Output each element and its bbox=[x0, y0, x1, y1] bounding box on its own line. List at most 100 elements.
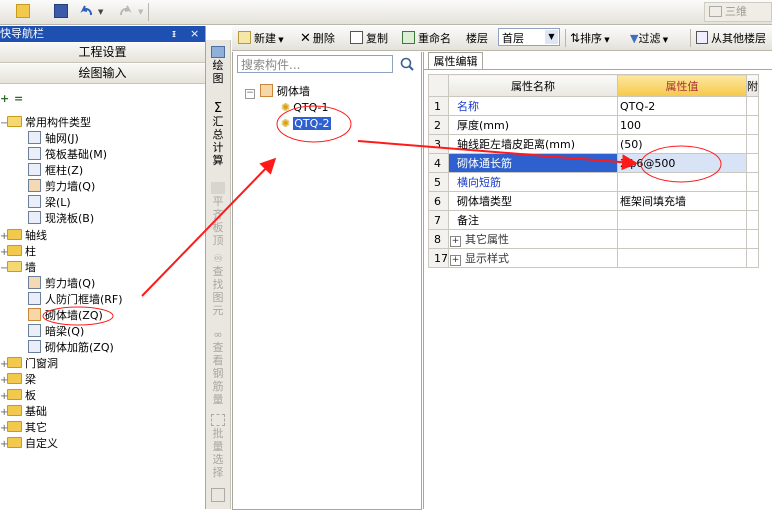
tree-node-common[interactable]: − 常用构件类型 bbox=[0, 115, 91, 131]
expand-icon[interactable]: + bbox=[450, 236, 461, 247]
property-value[interactable]: 100 bbox=[617, 115, 747, 135]
find-element-button[interactable]: ♾ 查找图元 bbox=[206, 252, 230, 317]
tree-item-wall-shear[interactable]: 剪力墙(Q) bbox=[28, 276, 95, 292]
batch-select-label: 批量选择 bbox=[212, 427, 224, 479]
tree-node-custom[interactable]: + 自定义 bbox=[0, 436, 58, 452]
row-index: 5 bbox=[428, 172, 449, 192]
view-rebar-button[interactable]: ∞ 查看钢筋量 bbox=[206, 328, 230, 406]
tree-item-raft[interactable]: 筏板基础(M) bbox=[28, 147, 107, 163]
component-root[interactable]: − 砌体墙 bbox=[245, 84, 310, 100]
tree-item-hidden-beam[interactable]: 暗梁(Q) bbox=[28, 324, 84, 340]
tree-node-slab[interactable]: + 板 bbox=[0, 388, 36, 404]
table-row[interactable]: 7 备注 bbox=[428, 210, 759, 230]
table-row[interactable]: 2 厚度(mm) 100 bbox=[428, 115, 759, 135]
tree-item-axis-grid[interactable]: 轴网(J) bbox=[28, 131, 79, 147]
component-toolbar: 新建 ▼ ✕ 删除 复制 重命名 楼层 首层 ▼ ⇅排序 ▼ ▼过滤 ▼ 从其他楼… bbox=[232, 26, 772, 51]
chevron-down-icon: ▼ bbox=[545, 30, 558, 44]
property-name: 其它属性 bbox=[465, 233, 509, 246]
tree-node-foundation[interactable]: + 基础 bbox=[0, 404, 47, 420]
batch-select-button[interactable]: 批量选择 bbox=[206, 412, 230, 479]
component-item-qtq1[interactable]: ✺ QTQ-1 bbox=[281, 100, 329, 116]
sort-button[interactable]: ⇅排序 ▼ bbox=[570, 30, 610, 46]
component-root-label: 砌体墙 bbox=[277, 85, 310, 98]
copy-from-other-floor-button[interactable]: 从其他楼层 bbox=[696, 30, 766, 46]
rename-label: 重命名 bbox=[418, 32, 451, 45]
tree-item-masonry-wall[interactable]: 砌体墙(ZQ) bbox=[28, 308, 103, 324]
summary-calc-button[interactable]: Σ 汇总计算 bbox=[206, 102, 230, 167]
flat-slab-top-button[interactable]: 平齐板顶 bbox=[206, 180, 230, 247]
tree-item-slab[interactable]: 现浇板(B) bbox=[28, 211, 94, 227]
engineering-settings-button[interactable]: 工程设置 bbox=[0, 43, 205, 63]
view-3d-button[interactable]: 三维 bbox=[704, 2, 772, 22]
tree-item-civil-defense-door-wall[interactable]: 人防门框墙(RF) bbox=[28, 292, 123, 308]
pin-icon[interactable]: ᵻ bbox=[172, 26, 176, 42]
property-extra-cell bbox=[746, 248, 759, 268]
tree-node-wall[interactable]: − 墙 bbox=[0, 260, 36, 276]
more-tools-icon[interactable] bbox=[211, 488, 225, 502]
tree-node-beam[interactable]: + 梁 bbox=[0, 372, 36, 388]
tree-label: 筏板基础(M) bbox=[45, 148, 108, 161]
table-row[interactable]: 5 横向短筋 bbox=[428, 172, 759, 192]
tree-node-openings[interactable]: + 门窗洞 bbox=[0, 356, 58, 372]
tree-label: 门窗洞 bbox=[25, 357, 58, 370]
property-value[interactable]: (50) bbox=[617, 134, 747, 154]
expand-icon[interactable]: + bbox=[450, 255, 461, 266]
property-name: 名称 bbox=[448, 96, 618, 116]
copy-button[interactable]: 复制 bbox=[350, 30, 388, 46]
save-icon[interactable] bbox=[54, 4, 68, 18]
summary-calc-label: 汇总计算 bbox=[212, 115, 224, 167]
floors-icon bbox=[696, 31, 708, 44]
collapse-all-icon[interactable]: = bbox=[14, 92, 23, 105]
masonry-wall-icon bbox=[28, 308, 41, 321]
tree-item-shear-wall[interactable]: 剪力墙(Q) bbox=[28, 179, 95, 195]
property-value[interactable]: 框架间填充墙 bbox=[617, 191, 747, 211]
tree-item-frame-column[interactable]: 框柱(Z) bbox=[28, 163, 83, 179]
property-value[interactable]: 2ф6@500 bbox=[617, 153, 747, 173]
table-row[interactable]: 6 砌体墙类型 框架间填充墙 bbox=[428, 191, 759, 211]
property-value[interactable]: QTQ-2 bbox=[617, 96, 747, 116]
search-icon[interactable] bbox=[397, 55, 417, 73]
tree-item-beam[interactable]: 梁(L) bbox=[28, 195, 71, 211]
filter-button[interactable]: ▼过滤 ▼ bbox=[630, 30, 668, 46]
tree-item-masonry-rebar[interactable]: 砌体加筋(ZQ) bbox=[28, 340, 114, 356]
search-input[interactable]: 搜索构件... bbox=[237, 55, 393, 73]
copy-label: 复制 bbox=[366, 32, 388, 45]
table-row[interactable]: 1 名称 QTQ-2 bbox=[428, 96, 759, 116]
floor-select[interactable]: 首层 ▼ bbox=[498, 28, 560, 46]
property-extra-cell bbox=[746, 153, 759, 173]
property-table: 属性名称 属性值 附 1 名称 QTQ-2 2 厚度(mm) 100 3 轴线距… bbox=[428, 74, 759, 268]
expand-all-icon[interactable]: + bbox=[0, 92, 9, 105]
property-value[interactable] bbox=[617, 172, 747, 192]
draw-button[interactable]: 绘图 bbox=[206, 44, 230, 85]
component-label: QTQ-2 bbox=[293, 117, 331, 130]
property-group[interactable]: + 其它属性 bbox=[448, 229, 618, 249]
property-value bbox=[617, 248, 747, 268]
property-group[interactable]: + 显示样式 bbox=[448, 248, 618, 268]
component-item-qtq2[interactable]: ✺ QTQ-2 bbox=[281, 116, 331, 132]
shear-wall-icon bbox=[28, 276, 41, 289]
undo-icon[interactable] bbox=[80, 4, 94, 18]
drawing-input-button[interactable]: 绘图输入 bbox=[0, 64, 205, 84]
table-row-group[interactable]: 8 + 其它属性 bbox=[428, 229, 759, 249]
tree-node-other[interactable]: + 其它 bbox=[0, 420, 47, 436]
delete-button[interactable]: ✕ 删除 bbox=[300, 30, 335, 46]
tree-node-column[interactable]: + 柱 bbox=[0, 244, 36, 260]
table-row-group[interactable]: 17 + 显示样式 bbox=[428, 248, 759, 268]
new-button[interactable]: 新建 ▼ bbox=[238, 30, 284, 46]
close-icon[interactable]: × bbox=[190, 26, 199, 42]
rename-button[interactable]: 重命名 bbox=[402, 30, 451, 46]
tree-label: 剪力墙(Q) bbox=[45, 180, 96, 193]
table-row-selected[interactable]: 4 砌体通长筋 2ф6@500 bbox=[428, 153, 759, 173]
batch-select-icon bbox=[211, 414, 225, 426]
redo-icon[interactable] bbox=[118, 4, 132, 18]
table-row[interactable]: 3 轴线距左墙皮距离(mm) (50) bbox=[428, 134, 759, 154]
tree-label: 梁 bbox=[25, 373, 36, 386]
open-folder-icon[interactable] bbox=[16, 4, 30, 18]
row-index: 4 bbox=[428, 153, 449, 173]
property-value[interactable] bbox=[617, 210, 747, 230]
folder-icon bbox=[7, 229, 22, 240]
tab-property-edit[interactable]: 属性编辑 bbox=[428, 52, 483, 70]
tree-node-axis[interactable]: + 轴线 bbox=[0, 228, 47, 244]
property-name-header: 属性名称 bbox=[448, 74, 618, 97]
pencil-icon bbox=[211, 46, 225, 58]
